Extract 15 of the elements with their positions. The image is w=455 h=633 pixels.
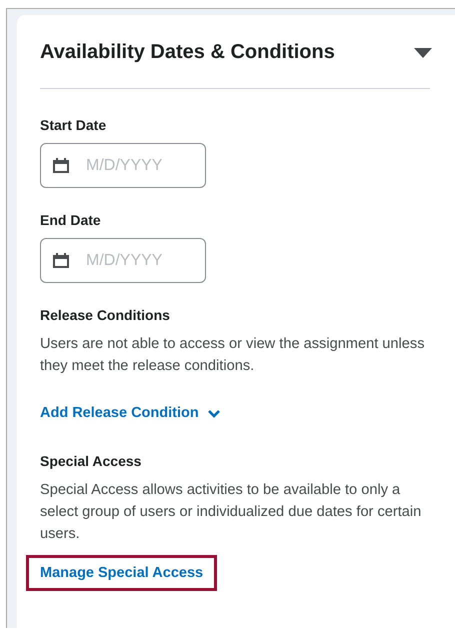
field-label: Start Date: [40, 117, 108, 133]
date-field[interactable]: M/D/YYYY: [40, 143, 206, 188]
panel-title: Availability Dates & Conditions: [40, 41, 335, 64]
action-link[interactable]: Add Release Condition: [26, 395, 235, 431]
section-description: Special Access allows activities to be available to only a select group of users or individualized due dates for certain users.: [40, 481, 422, 544]
date-field[interactable]: M/D/YYYY: [40, 238, 206, 283]
collapse-triangle-icon[interactable]: [414, 48, 432, 58]
field-label: End Date: [40, 212, 102, 228]
chevron-down-icon: [206, 408, 221, 418]
section-heading: Special Access: [40, 453, 142, 469]
section-description: Users are not able to access or view the assignment unless they meet the release conditions.: [40, 335, 426, 376]
calendar-icon: [53, 158, 69, 173]
calendar-icon: [53, 253, 69, 268]
section-heading: Release Conditions: [40, 307, 171, 323]
action-link[interactable]: Manage Special Access: [26, 555, 218, 591]
